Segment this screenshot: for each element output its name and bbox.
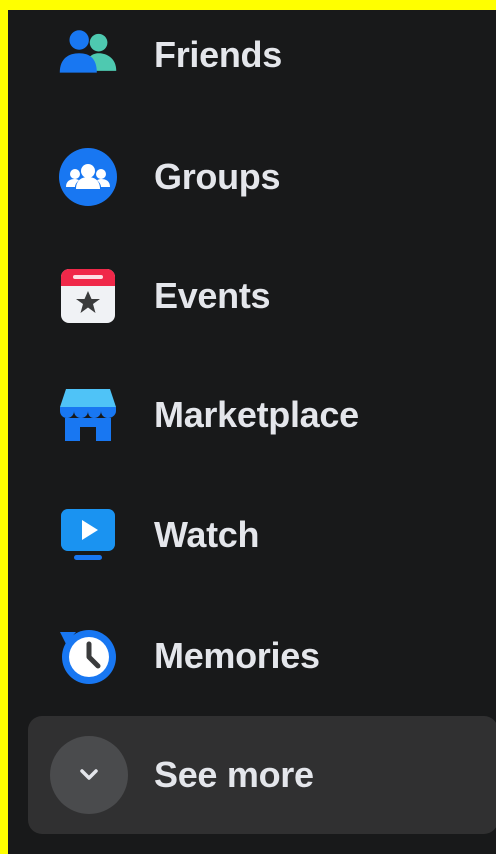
- chevron-down-icon: [80, 769, 98, 780]
- sidebar-panel: Friends Groups Events Marketplace Watch …: [8, 10, 496, 854]
- watch-icon: [58, 505, 118, 565]
- friends-icon: [58, 25, 118, 85]
- sidebar-item-events[interactable]: Events: [28, 246, 496, 346]
- sidebar-item-memories[interactable]: Memories: [28, 606, 496, 706]
- see-more-button[interactable]: See more: [28, 716, 496, 834]
- events-icon: [58, 266, 118, 326]
- see-more-circle: [50, 736, 128, 814]
- sidebar-item-label: Friends: [154, 34, 282, 75]
- see-more-label: See more: [154, 754, 314, 795]
- sidebar-item-label: Marketplace: [154, 394, 359, 435]
- sidebar-item-label: Events: [154, 275, 271, 316]
- sidebar-item-watch[interactable]: Watch: [28, 485, 496, 585]
- sidebar-item-label: Memories: [154, 635, 320, 676]
- memories-icon: [58, 626, 118, 686]
- sidebar-item-label: Groups: [154, 156, 281, 197]
- groups-icon: [58, 147, 118, 207]
- sidebar-item-label: Watch: [154, 514, 260, 555]
- marketplace-icon: [58, 385, 118, 445]
- sidebar-item-friends[interactable]: Friends: [28, 10, 496, 105]
- sidebar-item-marketplace[interactable]: Marketplace: [28, 365, 496, 465]
- sidebar-item-groups[interactable]: Groups: [28, 127, 496, 227]
